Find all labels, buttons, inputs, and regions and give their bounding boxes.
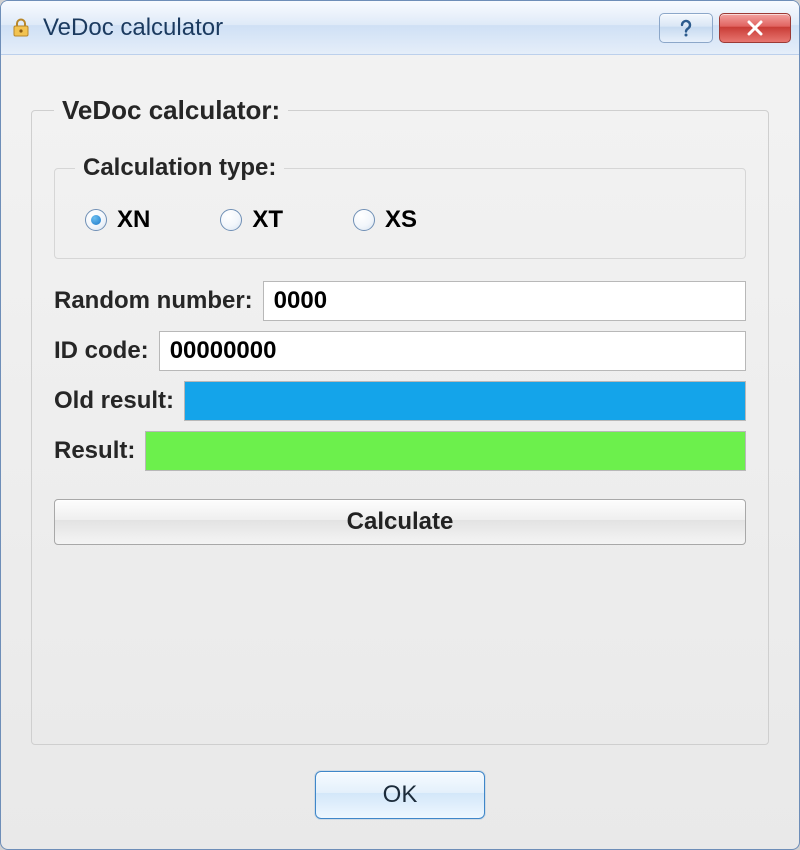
calculation-type-legend: Calculation type: — [75, 154, 284, 182]
result-row: Result: — [54, 431, 746, 471]
help-icon — [676, 18, 696, 38]
result-input[interactable] — [145, 431, 746, 471]
radio-xn[interactable]: XN — [85, 206, 150, 234]
dialog-window: VeDoc calculator VeDoc calculator: Calcu… — [0, 0, 800, 850]
calculation-type-options: XN XT XS — [75, 194, 725, 238]
radio-label: XT — [252, 206, 283, 234]
old-result-label: Old result: — [54, 387, 174, 415]
titlebar: VeDoc calculator — [1, 1, 799, 55]
groupbox-legend: VeDoc calculator: — [54, 95, 288, 126]
client-area: VeDoc calculator: Calculation type: XN X… — [1, 55, 799, 849]
window-title: VeDoc calculator — [43, 14, 653, 42]
random-number-label: Random number: — [54, 287, 253, 315]
id-code-label: ID code: — [54, 337, 149, 365]
calculate-button[interactable]: Calculate — [54, 499, 746, 545]
radio-icon — [353, 209, 375, 231]
lock-icon — [9, 16, 33, 40]
old-result-row: Old result: — [54, 381, 746, 421]
id-code-input[interactable] — [159, 331, 746, 371]
id-code-row: ID code: — [54, 331, 746, 371]
result-label: Result: — [54, 437, 135, 465]
calculation-type-groupbox: Calculation type: XN XT XS — [54, 154, 746, 259]
old-result-input[interactable] — [184, 381, 746, 421]
radio-label: XN — [117, 206, 150, 234]
vedoc-groupbox: VeDoc calculator: Calculation type: XN X… — [31, 95, 769, 745]
radio-icon — [85, 209, 107, 231]
close-icon — [744, 17, 766, 39]
random-number-input[interactable] — [263, 281, 746, 321]
help-button[interactable] — [659, 13, 713, 43]
radio-icon — [220, 209, 242, 231]
ok-button[interactable]: OK — [315, 771, 485, 819]
radio-xs[interactable]: XS — [353, 206, 417, 234]
random-number-row: Random number: — [54, 281, 746, 321]
radio-label: XS — [385, 206, 417, 234]
radio-xt[interactable]: XT — [220, 206, 283, 234]
close-button[interactable] — [719, 13, 791, 43]
dialog-footer: OK — [31, 745, 769, 819]
